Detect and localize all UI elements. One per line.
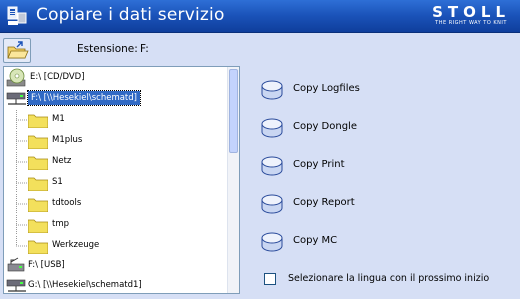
folder-icon [28, 156, 48, 170]
network-drive-icon [6, 92, 26, 105]
language-on-next-start-checkbox[interactable] [264, 273, 276, 285]
tree-item-f-network[interactable]: F:\ [\\Hesekiel\schematd] [4, 89, 229, 109]
scrollbar-thumb[interactable] [229, 69, 238, 153]
copy-dongle-label: Copy Dongle [293, 121, 357, 132]
tree-item-label: M1 [52, 114, 65, 124]
stoll-logo: STOLL THE RIGHT WAY TO KNIT [432, 4, 510, 27]
database-icon [261, 232, 283, 252]
copy-mc-label: Copy MC [293, 235, 338, 246]
logo-tagline: THE RIGHT WAY TO KNIT [435, 20, 507, 26]
tree-item-label: S1 [52, 177, 63, 187]
tree-item-label: F:\ [\\Hesekiel\schematd] [27, 90, 141, 106]
folder-icon [28, 114, 48, 128]
copy-mc-button[interactable]: Copy MC [260, 230, 420, 254]
tree-branch-line [16, 110, 28, 130]
tree-item-label: Werkzeuge [52, 240, 100, 250]
open-folder-button[interactable] [3, 38, 31, 63]
tree-item-folder-netz[interactable]: Netz [4, 152, 229, 172]
cd-dvd-drive-icon [6, 68, 26, 87]
copy-print-label: Copy Print [293, 159, 345, 170]
window-title: Copiare i dati servizio [36, 5, 225, 25]
tree-item-label: F:\ [USB] [28, 260, 65, 270]
copy-dongle-button[interactable]: Copy Dongle [260, 116, 420, 140]
copy-report-label: Copy Report [293, 197, 355, 208]
database-icon [261, 80, 283, 100]
database-icon [261, 118, 283, 138]
copy-logfiles-label: Copy Logfiles [293, 83, 360, 94]
drive-tree[interactable]: E:\ [CD/DVD] F:\ [\\Hesekiel\schematd] M… [3, 66, 240, 294]
tree-branch-line [16, 173, 28, 193]
logo-wordmark: STOLL [432, 3, 510, 21]
tree-scrollbar[interactable] [227, 67, 239, 293]
tree-branch-line [16, 236, 28, 247]
tree-item-folder-tmp[interactable]: tmp [4, 215, 229, 235]
tree-item-e-cd-dvd[interactable]: E:\ [CD/DVD] [4, 68, 229, 88]
tree-item-folder-m1[interactable]: M1 [4, 110, 229, 130]
folder-icon [28, 240, 48, 254]
tree-item-g-network[interactable]: G:\ [\\Hesekiel\schematd1] [4, 276, 229, 293]
tree-item-label: tdtools [52, 198, 82, 208]
title-bar: Copiare i dati servizio STOLL THE RIGHT … [0, 0, 520, 33]
tree-item-label: Netz [52, 156, 72, 166]
tree-branch-line [16, 131, 28, 151]
tree-item-label: tmp [52, 219, 70, 229]
tree-branch-line [16, 152, 28, 172]
extension-label: Estensione: [77, 43, 138, 55]
copy-logfiles-button[interactable]: Copy Logfiles [260, 78, 420, 102]
copy-report-button[interactable]: Copy Report [260, 192, 420, 216]
tree-item-folder-s1[interactable]: S1 [4, 173, 229, 193]
tree-item-label: M1plus [52, 135, 83, 145]
open-folder-icon [7, 41, 29, 59]
tree-item-f-usb[interactable]: F:\ [USB] [4, 256, 229, 276]
folder-icon [28, 219, 48, 233]
tree-item-folder-m1plus[interactable]: M1plus [4, 131, 229, 151]
tree-branch-line [16, 215, 28, 235]
folder-icon [28, 198, 48, 212]
copy-print-button[interactable]: Copy Print [260, 154, 420, 178]
database-icon [261, 194, 283, 214]
tree-item-folder-tdtools[interactable]: tdtools [4, 194, 229, 214]
network-drive-icon [6, 279, 26, 292]
tree-item-label: E:\ [CD/DVD] [30, 72, 85, 82]
database-icon [261, 156, 283, 176]
folder-icon [28, 135, 48, 149]
usb-drive-icon [7, 257, 25, 272]
tree-branch-line [16, 194, 28, 214]
folder-icon [28, 177, 48, 191]
extension-value: F: [140, 43, 149, 55]
tree-item-folder-werkzeuge[interactable]: Werkzeuge [4, 236, 229, 256]
service-data-icon [7, 6, 27, 25]
language-on-next-start-label: Selezionare la lingua con il prossimo in… [288, 273, 490, 284]
tree-item-label: G:\ [\\Hesekiel\schematd1] [28, 280, 142, 290]
